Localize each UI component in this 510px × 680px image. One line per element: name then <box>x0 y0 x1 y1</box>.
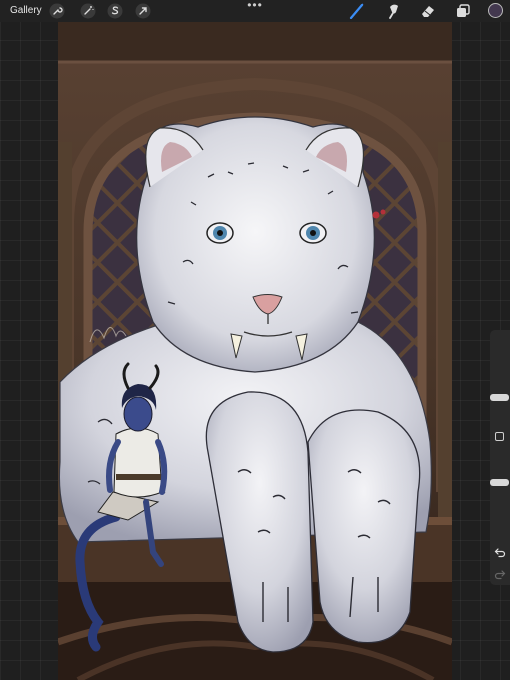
redo-icon[interactable] <box>494 568 506 580</box>
artwork-canvas[interactable] <box>58 22 452 680</box>
layers-icon[interactable] <box>455 3 471 19</box>
modify-button[interactable] <box>495 432 504 441</box>
smudge-icon[interactable] <box>386 3 402 19</box>
color-swatch[interactable] <box>488 3 503 18</box>
gallery-button[interactable]: Gallery <box>9 3 43 18</box>
brush-sidebar <box>490 330 510 585</box>
wrench-icon[interactable] <box>49 3 65 19</box>
brush-icon[interactable] <box>349 3 365 19</box>
leopard-paw-right <box>307 409 421 644</box>
more-options-icon[interactable]: ••• <box>246 0 264 12</box>
transform-arrow-icon[interactable] <box>135 3 151 19</box>
eraser-icon[interactable] <box>420 3 436 19</box>
undo-icon[interactable] <box>494 546 506 558</box>
top-toolbar: Gallery ••• <box>0 0 510 22</box>
magic-wand-icon[interactable] <box>80 3 96 19</box>
artwork-illustration <box>58 22 452 680</box>
opacity-slider[interactable] <box>490 479 509 486</box>
brush-size-slider[interactable] <box>490 394 509 401</box>
selection-icon[interactable] <box>107 3 123 19</box>
